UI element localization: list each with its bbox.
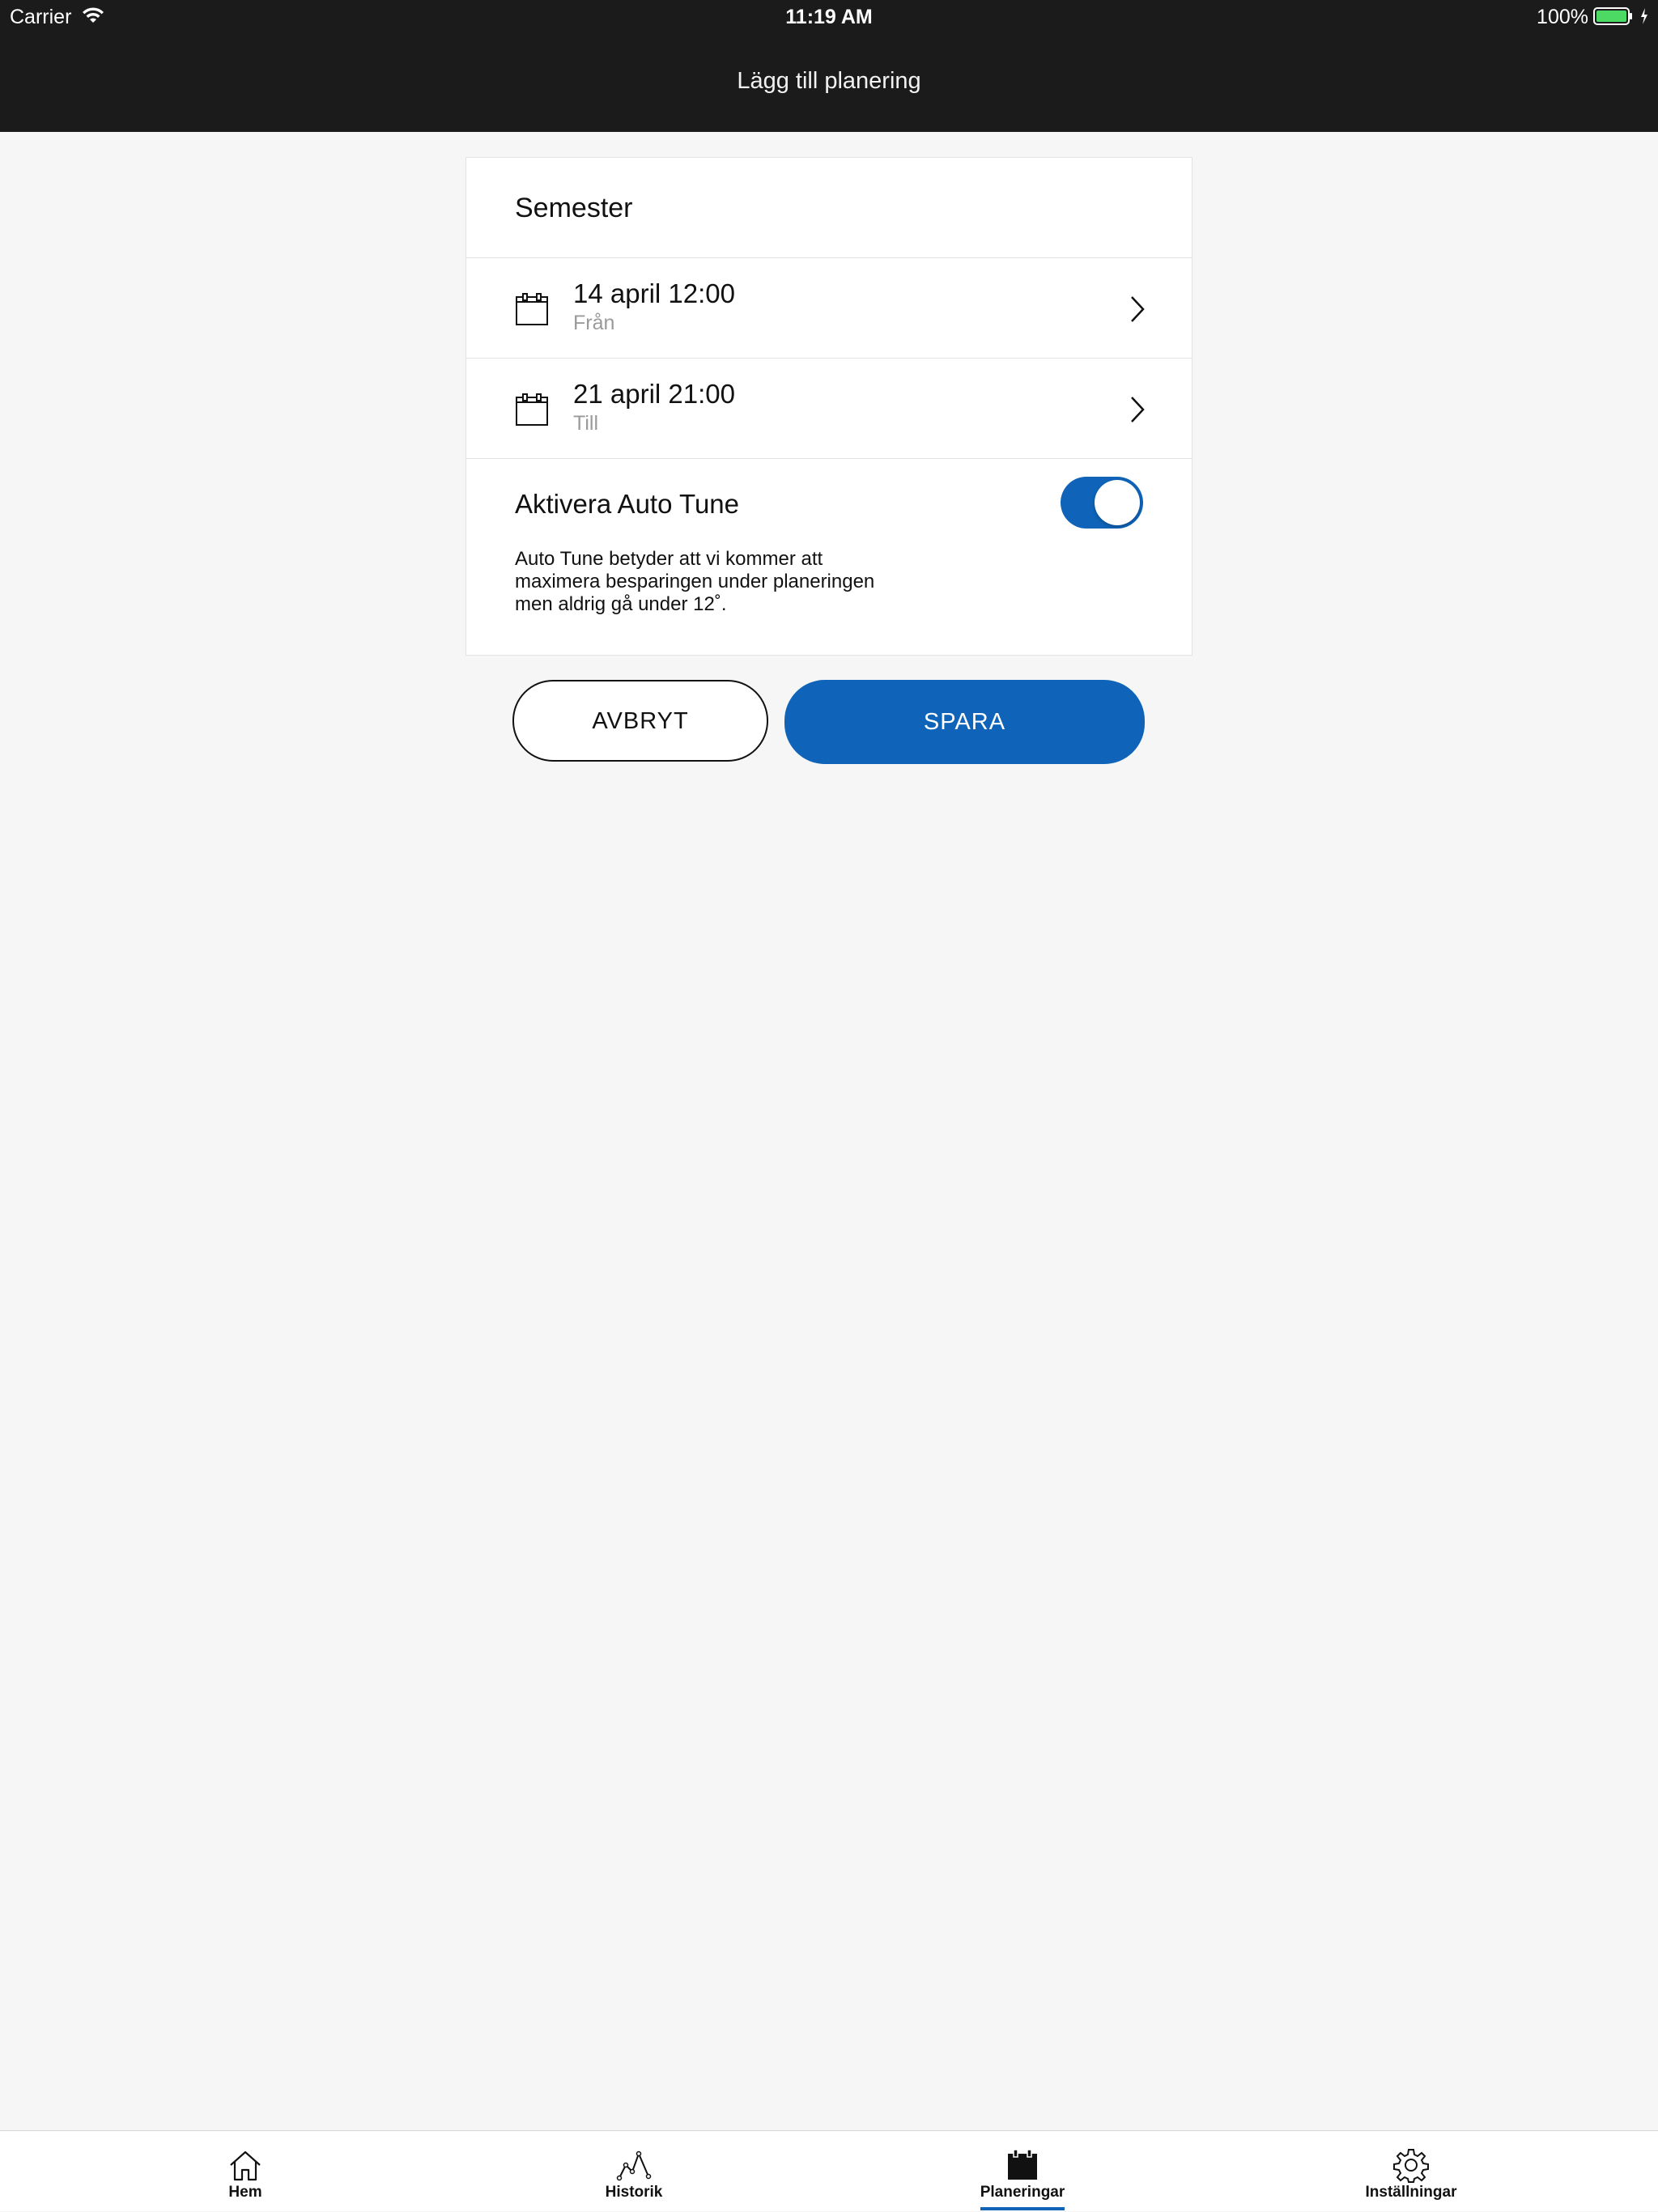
calendar-icon [516,393,548,426]
save-button[interactable]: SPARA [784,680,1145,764]
tab-bar: Hem Historik Planeringar Inställningar [0,2130,1658,2211]
calendar-icon [516,293,548,325]
from-date-label: Från [573,312,615,334]
chevron-right-icon [1131,397,1145,422]
tab-installningar[interactable]: Inställningar [1290,2131,1533,2212]
autotune-description: Auto Tune betyder att vi kommer att maxi… [515,548,875,615]
to-date-label: Till [573,412,599,435]
tab-label: Planeringar [980,2184,1065,2201]
active-tab-indicator [980,2207,1065,2210]
page-title: Lägg till planering [737,68,921,94]
top-bar: Carrier 11:19 AM 100% Lägg till planerin… [0,0,1658,132]
to-date-row[interactable]: 21 april 21:00 Till [466,359,1192,459]
cancel-button[interactable]: AVBRYT [512,680,768,762]
from-date-value: 14 april 12:00 [573,278,735,308]
tab-hem[interactable]: Hem [124,2131,367,2212]
tab-label: Inställningar [1365,2184,1457,2201]
tab-label: Historik [605,2184,663,2201]
autotune-row: Aktivera Auto Tune Auto Tune betyder att… [466,459,1192,656]
status-time: 11:19 AM [785,6,873,28]
schedule-form-card: Semester 14 april 12:00 Från 21 april 21… [466,157,1192,656]
battery-icon [1593,7,1632,25]
history-graph-icon [616,2150,652,2181]
to-date-value: 21 april 21:00 [573,379,735,409]
schedule-name-row[interactable]: Semester [466,158,1192,258]
charging-bolt-icon [1641,8,1647,24]
chevron-right-icon [1131,296,1145,322]
tab-planeringar[interactable]: Planeringar [901,2131,1144,2212]
gear-icon [1393,2149,1429,2183]
autotune-toggle[interactable] [1061,477,1143,529]
status-battery-percent: 100% [1537,6,1588,28]
from-date-row[interactable]: 14 april 12:00 Från [466,258,1192,359]
tab-label: Hem [228,2184,262,2201]
tab-historik[interactable]: Historik [512,2131,755,2212]
calendar-icon [1008,2149,1037,2180]
toggle-knob [1095,480,1140,525]
schedule-name-field[interactable]: Semester [515,190,633,226]
home-icon [230,2150,261,2181]
autotune-label: Aktivera Auto Tune [515,489,740,519]
